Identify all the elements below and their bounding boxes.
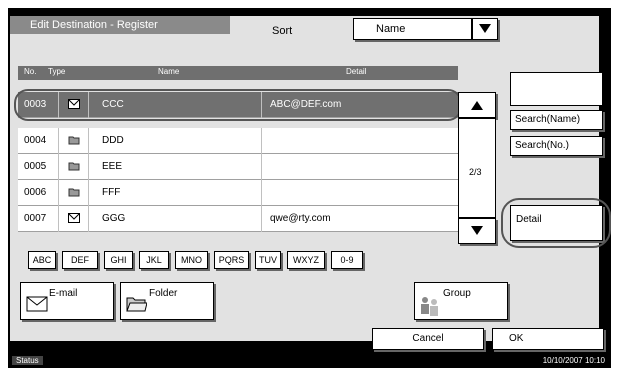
- dropdown-arrow-icon: [471, 19, 497, 39]
- group-button[interactable]: Group: [414, 282, 508, 320]
- table-row[interactable]: 0007 GGG qwe@rty.com: [18, 206, 458, 232]
- alpha-button[interactable]: JKL: [139, 251, 169, 269]
- folder-icon: [68, 135, 80, 145]
- row-name: FFF: [102, 187, 121, 198]
- row-no: 0005: [24, 161, 47, 172]
- page-indicator: 2/3: [469, 167, 482, 177]
- status-datetime: 10/10/2007 10:10: [542, 356, 605, 365]
- ok-button[interactable]: OK: [492, 328, 604, 350]
- email-icon: [68, 213, 80, 223]
- group-icon: [421, 297, 438, 316]
- col-detail: Detail: [346, 67, 367, 76]
- search-no-button[interactable]: Search(No.): [510, 136, 603, 156]
- up-arrow-icon: [471, 101, 483, 110]
- alpha-button[interactable]: DEF: [62, 251, 98, 269]
- sort-label: Sort: [272, 25, 293, 37]
- email-button[interactable]: E-mail: [20, 282, 114, 320]
- search-display-box: [510, 72, 603, 106]
- row-name: GGG: [102, 213, 126, 224]
- row-no: 0006: [24, 187, 47, 198]
- scroll-track[interactable]: 2/3: [458, 118, 496, 218]
- group-label: Group: [443, 288, 471, 299]
- status-bar: Status 10/10/2007 10:10: [8, 355, 611, 368]
- alpha-button[interactable]: TUV: [255, 251, 281, 269]
- alpha-button[interactable]: WXYZ: [287, 251, 325, 269]
- col-no: No.: [24, 67, 37, 76]
- table-row[interactable]: 0003 CCC ABC@DEF.com: [18, 92, 458, 118]
- alpha-button[interactable]: ABC: [28, 251, 56, 269]
- row-no: 0007: [24, 213, 47, 224]
- scroll-down-button[interactable]: [458, 218, 496, 244]
- folder-label: Folder: [149, 288, 178, 299]
- row-name: DDD: [102, 135, 124, 146]
- folder-icon: [68, 187, 80, 197]
- folder-button[interactable]: Folder: [120, 282, 214, 320]
- email-icon: [68, 99, 80, 109]
- alpha-button[interactable]: 0-9: [331, 251, 363, 269]
- folder-icon: [126, 297, 147, 312]
- search-name-button[interactable]: Search(Name): [510, 110, 603, 130]
- alpha-button[interactable]: GHI: [104, 251, 133, 269]
- scroll-up-button[interactable]: [458, 92, 496, 118]
- table-row[interactable]: 0006 FFF: [18, 180, 458, 206]
- detail-button[interactable]: Detail: [510, 205, 603, 241]
- alpha-button[interactable]: MNO: [175, 251, 208, 269]
- col-type: Type: [48, 67, 66, 76]
- cancel-button[interactable]: Cancel: [372, 328, 484, 350]
- col-name: Name: [158, 67, 180, 76]
- sort-value: Name: [376, 23, 406, 35]
- window-title: Edit Destination - Register: [10, 16, 230, 34]
- email-label: E-mail: [49, 288, 78, 299]
- row-name: EEE: [102, 161, 123, 172]
- row-detail: qwe@rty.com: [270, 213, 331, 224]
- table-row[interactable]: 0004 DDD: [18, 128, 458, 154]
- table-row[interactable]: 0005 EEE: [18, 154, 458, 180]
- envelope-icon: [26, 296, 48, 312]
- folder-icon: [68, 161, 80, 171]
- down-arrow-icon: [471, 226, 483, 235]
- row-name: CCC: [102, 99, 124, 110]
- sort-dropdown[interactable]: Name: [353, 18, 498, 40]
- list-header: No. Type Name Detail: [18, 66, 458, 80]
- row-no: 0003: [24, 99, 47, 110]
- row-detail: ABC@DEF.com: [270, 99, 342, 110]
- alpha-button[interactable]: PQRS: [214, 251, 249, 269]
- row-no: 0004: [24, 135, 47, 146]
- status-label: Status: [12, 356, 43, 365]
